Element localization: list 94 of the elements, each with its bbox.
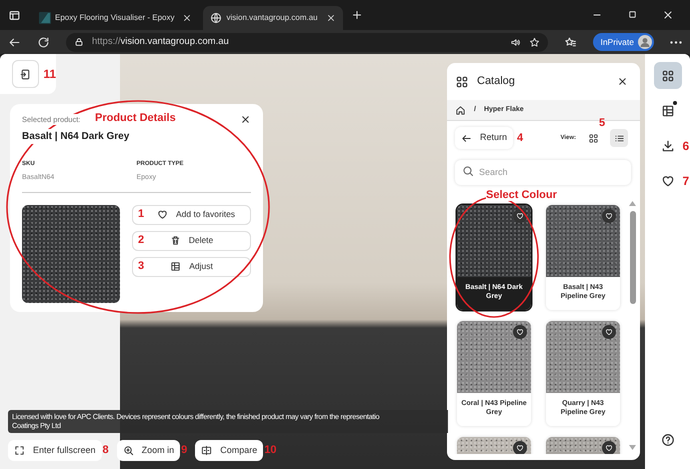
home-icon [455, 104, 466, 116]
exit-button[interactable] [12, 60, 40, 88]
compare-icon [201, 445, 212, 456]
heart-icon [516, 444, 524, 452]
read-aloud-button[interactable] [510, 36, 522, 48]
plus-icon [350, 9, 363, 21]
profile-button[interactable]: InPrivate [593, 33, 654, 51]
lock-icon [74, 37, 84, 47]
annotation-number: 3 [138, 260, 144, 272]
refresh-icon [37, 36, 50, 48]
annotation-number: 9 [181, 443, 188, 458]
speaker-icon [510, 36, 522, 48]
toolbar-button[interactable]: Enter fullscreen [8, 440, 102, 461]
favorites-icon [564, 36, 578, 48]
heart-icon [157, 209, 168, 220]
url-text: https://vision.vantagroup.com.au [92, 34, 229, 49]
tab-close-button[interactable] [182, 13, 192, 23]
scroll-up-icon [629, 200, 636, 206]
help-icon [660, 432, 674, 446]
search-icon [462, 165, 474, 177]
catalog-title: Catalog [477, 74, 515, 90]
product-name: Basalt | N64 Dark Grey [22, 129, 130, 144]
refresh-button[interactable] [37, 36, 50, 48]
fullscreen-icon [14, 445, 25, 456]
scrollbar-thumb[interactable] [630, 210, 636, 304]
heart-icon [660, 174, 674, 188]
annotation-number: 11 [43, 66, 56, 83]
tab-title: vision.vantagroup.com.au [226, 12, 318, 24]
heart-icon [605, 328, 613, 336]
tab-actions-icon [8, 8, 21, 22]
grid-icon [455, 74, 469, 88]
exit-icon [19, 68, 32, 80]
close-window-button[interactable] [662, 9, 674, 21]
product-action-button[interactable]: 2 Delete [132, 230, 251, 251]
layout-icon [660, 104, 674, 118]
close-icon [662, 9, 674, 21]
annotation-label: Select Colour [486, 188, 557, 201]
zoom-in-icon [122, 445, 134, 456]
close-button[interactable] [617, 76, 628, 87]
download-icon [660, 138, 674, 152]
arrow-left-icon [8, 36, 21, 48]
heart-icon [605, 444, 613, 452]
new-tab-button[interactable] [350, 9, 363, 21]
more-button[interactable] [670, 40, 682, 44]
tab-close-button[interactable] [326, 13, 336, 23]
annotation-number: 10 [264, 443, 277, 458]
favorite-button[interactable] [513, 324, 527, 338]
annotation-number: 5 [599, 116, 606, 131]
favorite-button[interactable] [602, 324, 616, 338]
address-bar[interactable]: https://vision.vantagroup.com.au [66, 32, 548, 52]
heart-icon [516, 328, 524, 336]
heart-icon [516, 212, 524, 220]
product-action-button[interactable]: 1 Add to favorites [132, 204, 251, 225]
close-icon [182, 13, 192, 23]
annotation-number: 7 [682, 173, 690, 190]
annotation-number: 1 [138, 208, 144, 220]
star-icon [529, 36, 540, 48]
view-toggle-button[interactable] [610, 129, 628, 147]
close-icon [617, 76, 628, 87]
globe-icon [210, 12, 222, 24]
avatar-icon [638, 35, 652, 49]
favorites-button[interactable] [564, 36, 578, 48]
close-icon [240, 114, 251, 125]
grid-icon [660, 68, 674, 82]
search-field[interactable]: Search [455, 160, 631, 184]
close-icon [326, 13, 336, 23]
annotation-number: 8 [102, 443, 109, 458]
layout-icon [170, 261, 182, 272]
trash-icon [170, 235, 181, 246]
return-button[interactable]: Return [455, 127, 514, 149]
arrow-left-icon [461, 132, 472, 144]
toolbar-button[interactable]: Compare [195, 440, 264, 461]
scroll-down-icon [629, 444, 636, 450]
product-action-button[interactable]: 3 Adjust [132, 256, 251, 277]
site-logo-icon [39, 12, 51, 24]
maximize-icon [627, 9, 638, 20]
browser-tab[interactable]: vision.vantagroup.com.au [203, 6, 343, 30]
browser-tab[interactable]: Epoxy Flooring Visualiser - Epoxy [32, 6, 200, 30]
tab-title: Epoxy Flooring Visualiser - Epoxy [55, 12, 174, 24]
favorite-button[interactable] [513, 440, 527, 454]
sidebar-tool-button[interactable] [654, 62, 682, 89]
annotation-number: 6 [682, 138, 690, 155]
annotation-number: 2 [138, 234, 144, 246]
grid-icon [588, 132, 598, 144]
heart-icon [605, 212, 613, 220]
back-button[interactable] [8, 36, 21, 48]
favorite-button[interactable] [602, 208, 616, 222]
favorite-button[interactable] [513, 208, 527, 222]
toolbar-button[interactable]: Zoom in [116, 440, 180, 461]
annotation-number: 4 [517, 130, 524, 146]
more-icon [670, 40, 682, 44]
favorite-star-button[interactable] [529, 36, 540, 48]
close-button[interactable] [240, 114, 251, 125]
favorite-button[interactable] [602, 440, 616, 454]
